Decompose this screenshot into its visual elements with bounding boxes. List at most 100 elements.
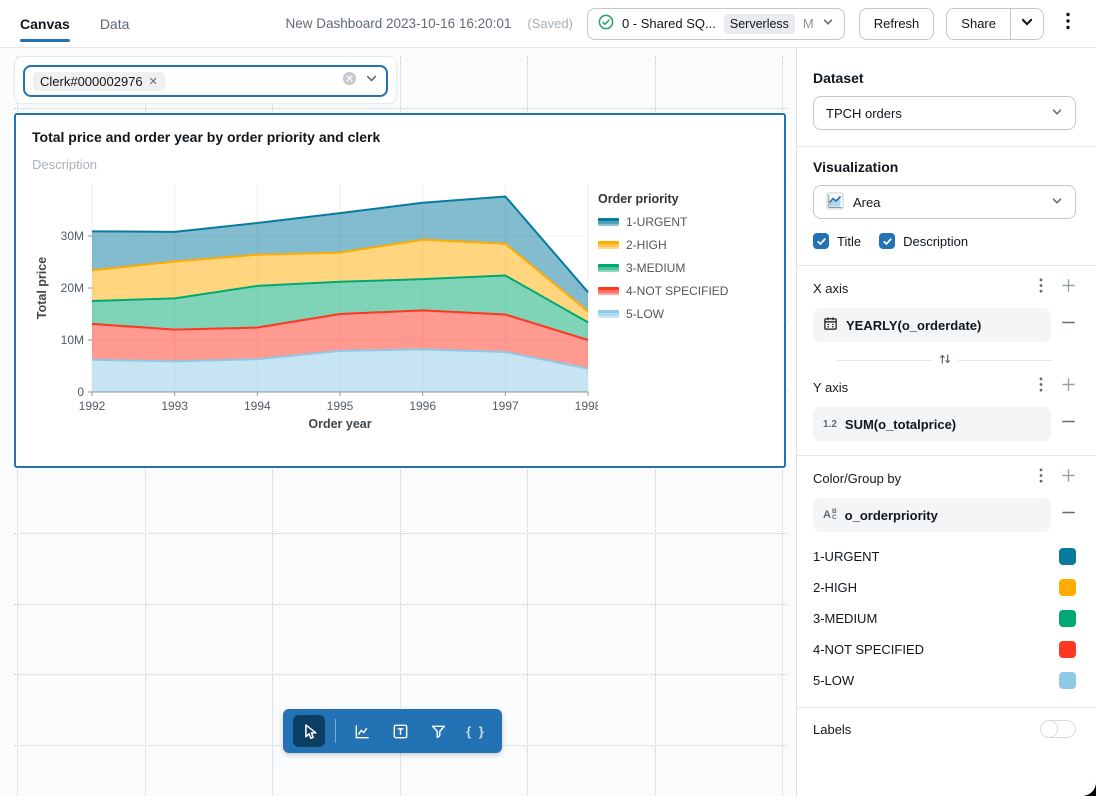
color-group-section-title: Color/Group by	[813, 471, 901, 486]
warehouse-selector[interactable]: 0 - Shared SQ... Serverless M	[587, 8, 845, 40]
filter-tool[interactable]	[422, 715, 454, 747]
swap-axes-button[interactable]	[932, 352, 958, 371]
svg-text:1996: 1996	[409, 399, 436, 413]
legend-item[interactable]: 5-LOW	[598, 307, 768, 321]
chart-legend: Order priority 1-URGENT2-HIGH3-MEDIUM4-N…	[598, 176, 768, 439]
series-color-swatch[interactable]	[1059, 610, 1076, 627]
refresh-button[interactable]: Refresh	[859, 8, 935, 40]
series-color-row: 2-HIGH	[813, 579, 1076, 596]
x-axis-remove-button[interactable]	[1061, 315, 1076, 335]
plus-icon	[1061, 377, 1076, 397]
description-checkbox-label: Description	[903, 234, 968, 249]
tab-data[interactable]: Data	[100, 0, 130, 47]
color-group-options-button[interactable]	[1039, 468, 1043, 488]
plus-icon	[1061, 278, 1076, 298]
color-group-add-button[interactable]	[1061, 468, 1076, 488]
y-axis-remove-button[interactable]	[1061, 414, 1076, 434]
x-icon[interactable]: ✕	[149, 75, 158, 88]
cursor-icon	[300, 722, 319, 741]
series-color-swatch[interactable]	[1059, 548, 1076, 565]
select-tool[interactable]	[293, 715, 325, 747]
series-label: 1-URGENT	[813, 549, 879, 564]
legend-item[interactable]: 1-URGENT	[598, 215, 768, 229]
chevron-down-icon[interactable]	[365, 72, 378, 90]
legend-swatch	[598, 218, 619, 226]
legend-item[interactable]: 2-HIGH	[598, 238, 768, 252]
x-axis-field-name: YEARLY(o_orderdate)	[846, 318, 981, 333]
series-color-row: 5-LOW	[813, 672, 1076, 689]
checkbox-checked-icon	[879, 233, 895, 249]
description-checkbox[interactable]: Description	[879, 233, 968, 249]
clear-circle-icon[interactable]	[342, 71, 357, 91]
y-axis-field-pill[interactable]: 1.2 SUM(o_totalprice)	[813, 407, 1051, 441]
text-tool[interactable]	[384, 715, 416, 747]
filter-select[interactable]: Clerk#000002976 ✕	[23, 65, 388, 97]
svg-text:1994: 1994	[244, 399, 271, 413]
color-group-field-pill[interactable]: ABC o_orderpriority	[813, 498, 1051, 532]
y-axis-add-button[interactable]	[1061, 377, 1076, 397]
dashboard-canvas[interactable]: Clerk#000002976 ✕ Total price and order …	[0, 48, 796, 796]
plus-icon	[1061, 468, 1076, 488]
x-axis-add-button[interactable]	[1061, 278, 1076, 298]
legend-label: 2-HIGH	[626, 238, 667, 252]
chevron-down-icon	[1051, 106, 1063, 121]
saved-status: (Saved)	[527, 16, 573, 31]
kebab-menu-icon	[1039, 278, 1043, 298]
share-label: Share	[961, 16, 996, 31]
code-tool[interactable]: { }	[460, 715, 492, 747]
warehouse-tier-badge: Serverless	[724, 14, 795, 34]
chart-tool[interactable]	[346, 715, 378, 747]
braces-icon: { }	[466, 724, 486, 739]
canvas-toolbar: { }	[283, 709, 502, 753]
labels-toggle[interactable]	[1040, 720, 1076, 738]
view-tabs: Canvas Data	[20, 0, 129, 47]
x-axis-field-pill[interactable]: YEARLY(o_orderdate)	[813, 308, 1051, 342]
overflow-menu-button[interactable]	[1056, 8, 1080, 40]
number-field-icon: 1.2	[823, 419, 837, 430]
legend-item[interactable]: 3-MEDIUM	[598, 261, 768, 275]
visualization-select[interactable]: Area	[813, 185, 1076, 219]
series-color-swatch[interactable]	[1059, 672, 1076, 689]
legend-label: 3-MEDIUM	[626, 261, 685, 275]
share-menu-button[interactable]	[1011, 9, 1043, 39]
legend-label: 4-NOT SPECIFIED	[626, 284, 728, 298]
x-axis-options-button[interactable]	[1039, 278, 1043, 298]
series-color-swatch[interactable]	[1059, 641, 1076, 658]
toggle-knob	[1040, 720, 1058, 738]
dashboard-title[interactable]: New Dashboard 2023-10-16 16:20:01	[285, 16, 511, 31]
filter-value: Clerk#000002976	[40, 74, 143, 89]
svg-text:10M: 10M	[61, 333, 84, 347]
chart-widget[interactable]: Total price and order year by order prio…	[14, 113, 786, 468]
legend-swatch	[598, 241, 619, 249]
chart-description-placeholder[interactable]: Description	[32, 157, 768, 172]
filter-value-chip[interactable]: Clerk#000002976 ✕	[33, 72, 165, 91]
svg-text:1998: 1998	[575, 399, 598, 413]
legend-label: 5-LOW	[626, 307, 664, 321]
y-axis-options-button[interactable]	[1039, 377, 1043, 397]
color-group-field-name: o_orderpriority	[845, 508, 938, 523]
chevron-down-icon	[822, 16, 834, 31]
swap-arrows-icon	[938, 353, 952, 370]
line-chart-icon	[353, 722, 372, 741]
dataset-select[interactable]: TPCH orders	[813, 96, 1076, 130]
dataset-section-title: Dataset	[813, 70, 1076, 86]
legend-item[interactable]: 4-NOT SPECIFIED	[598, 284, 768, 298]
color-group-remove-button[interactable]	[1061, 505, 1076, 525]
check-circle-icon	[598, 14, 614, 33]
visualization-value: Area	[853, 195, 880, 210]
series-color-swatch[interactable]	[1059, 579, 1076, 596]
svg-text:1995: 1995	[327, 399, 354, 413]
tab-canvas[interactable]: Canvas	[20, 0, 70, 47]
chart-title[interactable]: Total price and order year by order prio…	[32, 129, 768, 145]
calendar-icon	[823, 316, 838, 334]
text-box-icon	[391, 722, 410, 741]
share-button[interactable]: Share	[947, 9, 1011, 39]
svg-text:Order year: Order year	[308, 417, 371, 431]
tab-data-label: Data	[100, 16, 130, 32]
filter-widget[interactable]: Clerk#000002976 ✕	[14, 56, 397, 104]
title-checkbox-label: Title	[837, 234, 861, 249]
series-label: 4-NOT SPECIFIED	[813, 642, 924, 657]
series-color-row: 4-NOT SPECIFIED	[813, 641, 1076, 658]
title-checkbox[interactable]: Title	[813, 233, 861, 249]
svg-text:0: 0	[77, 385, 84, 399]
